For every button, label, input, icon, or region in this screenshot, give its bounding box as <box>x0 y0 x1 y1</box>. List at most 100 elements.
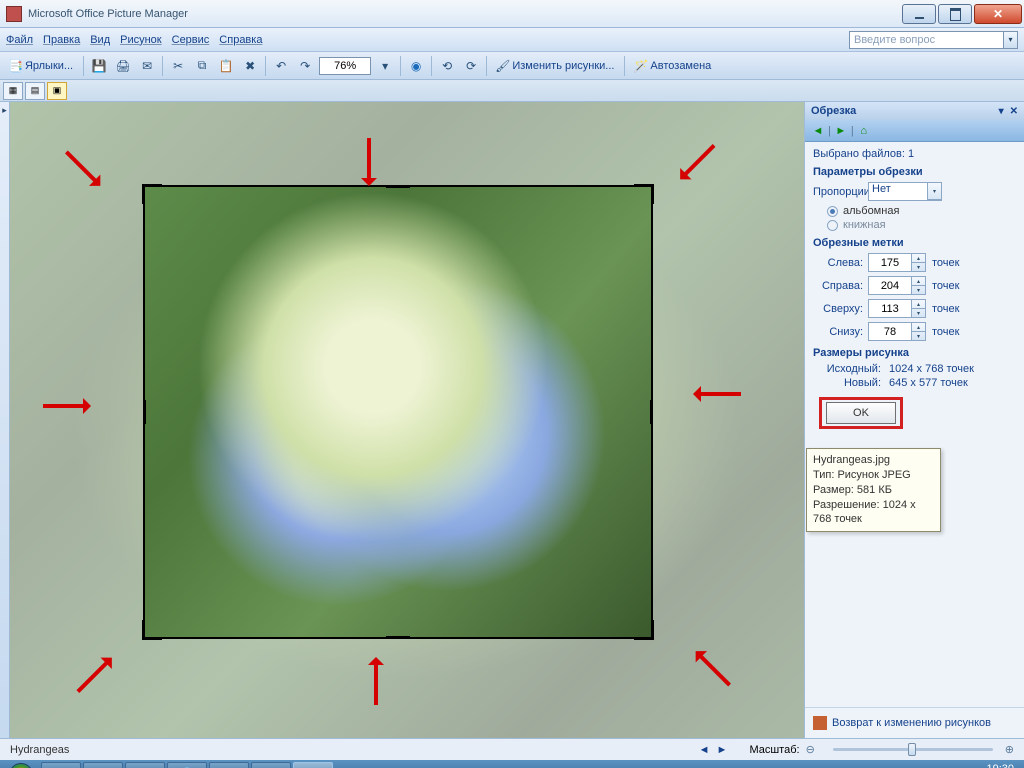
undo-icon[interactable]: ↶ <box>270 55 292 77</box>
crop-handle-top-right[interactable] <box>634 184 654 204</box>
help-icon[interactable]: ◉ <box>405 55 427 77</box>
crop-handle-top[interactable] <box>386 185 410 188</box>
zoom-out-icon[interactable]: ⊖ <box>806 743 815 756</box>
copy-icon[interactable]: ⧉ <box>191 55 213 77</box>
menu-picture[interactable]: Рисунок <box>120 34 162 46</box>
shortcuts-button[interactable]: 📑 Ярлыки... <box>4 55 79 77</box>
proportion-select[interactable]: Нет <box>868 182 928 201</box>
close-button[interactable] <box>974 4 1022 24</box>
nav-back-icon[interactable]: ◄ <box>808 122 828 140</box>
zoom-in-icon[interactable]: ⊕ <box>1005 743 1014 756</box>
proportion-dropdown[interactable]: ▾ <box>928 182 942 201</box>
tooltip-filename: Hydrangeas.jpg <box>813 453 934 468</box>
zoom-input[interactable] <box>319 57 371 75</box>
crop-bottom-spinner[interactable]: ▴▾ <box>912 322 926 341</box>
edit-pictures-button[interactable]: 🖌 Изменить рисунки... <box>491 55 620 77</box>
help-search-input[interactable]: Введите вопрос <box>849 31 1004 49</box>
filmstrip-view-tab[interactable]: ▤ <box>25 82 45 100</box>
panel-title: Обрезка ▾ ✕ <box>805 102 1024 120</box>
crop-right-spinner[interactable]: ▴▾ <box>912 276 926 295</box>
crop-handle-top-left[interactable] <box>142 184 162 204</box>
prev-picture-icon[interactable]: ◄ <box>699 744 710 756</box>
zoom-knob[interactable] <box>908 743 916 756</box>
maximize-button[interactable] <box>938 4 972 24</box>
thumbnail-view-tab[interactable]: ▦ <box>3 82 23 100</box>
help-dropdown[interactable] <box>1004 31 1018 49</box>
window-title: Microsoft Office Picture Manager <box>28 8 902 20</box>
new-size: 645 x 577 точек <box>889 377 968 389</box>
crop-handle-bottom-left[interactable] <box>142 620 162 640</box>
crop-handle-left[interactable] <box>143 400 146 424</box>
image-canvas[interactable] <box>10 102 804 738</box>
left-collapse-strip[interactable]: ▸ <box>0 102 10 738</box>
zoom-label: Масштаб: <box>749 744 799 756</box>
zoom-slider[interactable] <box>833 748 993 751</box>
cut-icon[interactable]: ✂ <box>167 55 189 77</box>
panel-close-icon[interactable]: ✕ <box>1010 106 1018 117</box>
ok-highlight-annotation: OK <box>819 397 903 429</box>
rotate-right-icon[interactable]: ⟳ <box>460 55 482 77</box>
crop-top-spinner[interactable]: ▴▾ <box>912 299 926 318</box>
crop-selection[interactable] <box>145 187 651 637</box>
delete-icon[interactable]: ✖ <box>239 55 261 77</box>
main-area: ▸ Обрезка ▾ ✕ ◄ | <box>0 102 1024 738</box>
taskbar-chrome-icon[interactable]: ◉ <box>209 762 249 768</box>
system-tray: RU ▴ ▮ ⚑ 🔊 19:3030.06.2012 <box>878 763 1022 768</box>
save-icon[interactable]: 💾 <box>88 55 110 77</box>
crop-left-spinner[interactable]: ▴▾ <box>912 253 926 272</box>
menu-file[interactable]: Файл <box>6 34 33 46</box>
menu-edit[interactable]: Правка <box>43 34 80 46</box>
ok-button[interactable]: OK <box>826 402 896 424</box>
panel-nav: ◄ | ► | ⌂ <box>805 120 1024 142</box>
menu-view[interactable]: Вид <box>90 34 110 46</box>
crop-handle-bottom[interactable] <box>386 636 410 639</box>
orientation-landscape-radio[interactable]: альбомная <box>827 205 1016 217</box>
crop-bottom-input[interactable] <box>868 322 912 341</box>
rotate-left-icon[interactable]: ⟲ <box>436 55 458 77</box>
crop-panel: Обрезка ▾ ✕ ◄ | ► | ⌂ Выбрано файлов: 1 … <box>804 102 1024 738</box>
crop-left-input[interactable] <box>868 253 912 272</box>
file-tooltip: Hydrangeas.jpg Тип: Рисунок JPEG Размер:… <box>806 448 941 532</box>
paste-icon[interactable]: 📋 <box>215 55 237 77</box>
app-icon <box>6 6 22 22</box>
tooltip-resolution: Разрешение: 1024 x 768 точек <box>813 498 934 528</box>
crop-top-input[interactable] <box>868 299 912 318</box>
crop-right-input[interactable] <box>868 276 912 295</box>
tray-clock[interactable]: 19:3030.06.2012 <box>959 763 1014 768</box>
zoom-dropdown[interactable]: ▾ <box>374 55 396 77</box>
section-crop-marks: Обрезные метки <box>813 237 1016 249</box>
nav-home-icon[interactable]: ⌂ <box>854 122 874 140</box>
print-icon[interactable]: 🖨 <box>112 55 134 77</box>
next-picture-icon[interactable]: ► <box>717 744 728 756</box>
mail-icon[interactable]: ✉ <box>136 55 158 77</box>
windows-taskbar: 📁 ▶ ◎ Ⓢ ◉ 🎨 🖼 RU ▴ ▮ ⚑ 🔊 19:3030.06.2012 <box>0 760 1024 768</box>
tooltip-type: Тип: Рисунок JPEG <box>813 468 934 483</box>
single-view-tab[interactable]: ▣ <box>47 82 67 100</box>
taskbar-explorer-icon[interactable]: 📁 <box>41 762 81 768</box>
tooltip-size: Размер: 581 КБ <box>813 483 934 498</box>
original-size: 1024 x 768 точек <box>889 363 974 375</box>
view-tabs: ▦ ▤ ▣ <box>0 80 1024 102</box>
orientation-portrait-radio[interactable]: книжная <box>827 219 1016 231</box>
start-button[interactable] <box>2 762 40 768</box>
minimize-button[interactable] <box>902 4 936 24</box>
taskbar-steam-icon[interactable]: ◎ <box>125 762 165 768</box>
crop-handle-right[interactable] <box>650 400 653 424</box>
panel-menu-icon[interactable]: ▾ <box>999 106 1004 117</box>
menu-help[interactable]: Справка <box>219 34 262 46</box>
window-titlebar: Microsoft Office Picture Manager <box>0 0 1024 28</box>
picture-nav: ◄ ► <box>697 744 730 756</box>
crop-handle-bottom-right[interactable] <box>634 620 654 640</box>
files-selected: Выбрано файлов: 1 <box>813 148 1016 160</box>
nav-forward-icon[interactable]: ► <box>831 122 851 140</box>
taskbar-paint-icon[interactable]: 🎨 <box>251 762 291 768</box>
taskbar-media-icon[interactable]: ▶ <box>83 762 123 768</box>
taskbar-skype-icon[interactable]: Ⓢ <box>167 762 207 768</box>
redo-icon[interactable]: ↷ <box>294 55 316 77</box>
auto-correct-button[interactable]: 🪄 Автозамена <box>629 55 717 77</box>
status-bar: Hydrangeas ◄ ► Масштаб: ⊖ ⊕ <box>0 738 1024 760</box>
return-to-editing-link[interactable]: Возврат к изменению рисунков <box>805 707 1024 738</box>
taskbar-picture-manager-icon[interactable]: 🖼 <box>293 762 333 768</box>
windows-orb-icon <box>9 763 33 768</box>
menu-tools[interactable]: Сервис <box>172 34 210 46</box>
